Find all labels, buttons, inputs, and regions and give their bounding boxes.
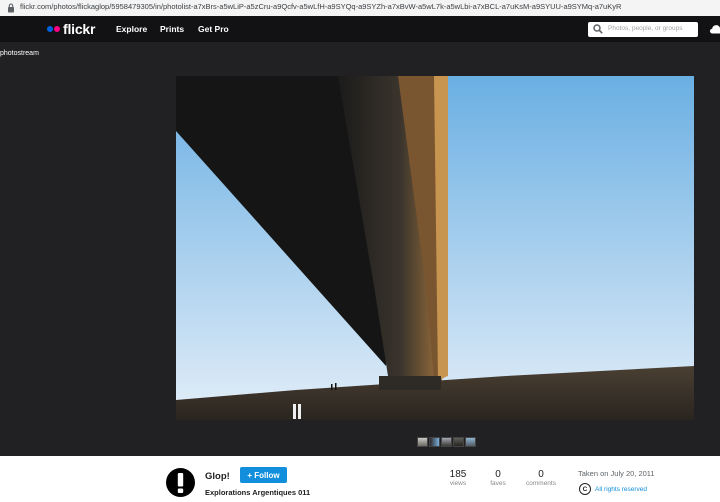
nav-get-pro[interactable]: Get Pro [198, 24, 229, 34]
thumbnail[interactable] [429, 437, 440, 447]
copyright-icon: C [579, 483, 591, 495]
nav-prints[interactable]: Prints [160, 24, 184, 34]
search-input[interactable]: Photos, people, or groups [588, 22, 698, 37]
author-name[interactable]: Glop! [205, 471, 230, 482]
search-icon [593, 24, 603, 34]
photo-title: Explorations Argentiques 011 [205, 488, 311, 497]
upload-icon[interactable] [709, 23, 720, 35]
comments-stat: 0 comments [526, 469, 556, 487]
rights-link[interactable]: All rights reserved [595, 486, 647, 493]
views-count: 185 [449, 469, 467, 480]
thumbnail[interactable] [417, 437, 428, 447]
thumbnail[interactable] [441, 437, 452, 447]
main-photo[interactable] [176, 76, 694, 420]
views-label: views [449, 480, 467, 487]
breadcrumb[interactable]: photostream [0, 50, 39, 57]
follow-button[interactable]: + Follow [240, 467, 287, 483]
thumbnail[interactable] [453, 437, 464, 447]
photo-thumbnail-strip [417, 437, 476, 447]
logo-dot-pink-icon [54, 26, 60, 32]
bridge-photo-image [176, 76, 694, 420]
comments-label: comments [526, 480, 556, 487]
faves-stat: 0 faves [486, 469, 510, 487]
taken-date[interactable]: Taken on July 20, 2011 [578, 469, 655, 478]
views-stat: 185 views [446, 469, 470, 487]
nav-explore[interactable]: Explore [116, 24, 147, 34]
url-text: flickr.com/photos/flickaglop/5958479305/… [20, 2, 622, 11]
search-placeholder: Photos, people, or groups [608, 25, 683, 32]
logo-dot-blue-icon [47, 26, 53, 32]
avatar[interactable] [166, 468, 195, 497]
faves-label: faves [490, 480, 506, 487]
logo-text: flickr [63, 21, 96, 37]
lock-icon [8, 3, 14, 13]
top-nav: flickr Explore Prints Get Pro Photos, pe… [0, 16, 720, 42]
flickr-logo[interactable]: flickr [47, 21, 95, 37]
photo-info-bar: Glop! + Follow Explorations Argentiques … [0, 456, 720, 502]
exclamation-icon [177, 473, 184, 493]
faves-count: 0 [495, 469, 501, 480]
comments-count: 0 [538, 469, 544, 480]
browser-address-bar[interactable]: flickr.com/photos/flickaglop/5958479305/… [0, 0, 720, 17]
thumbnail[interactable] [465, 437, 476, 447]
